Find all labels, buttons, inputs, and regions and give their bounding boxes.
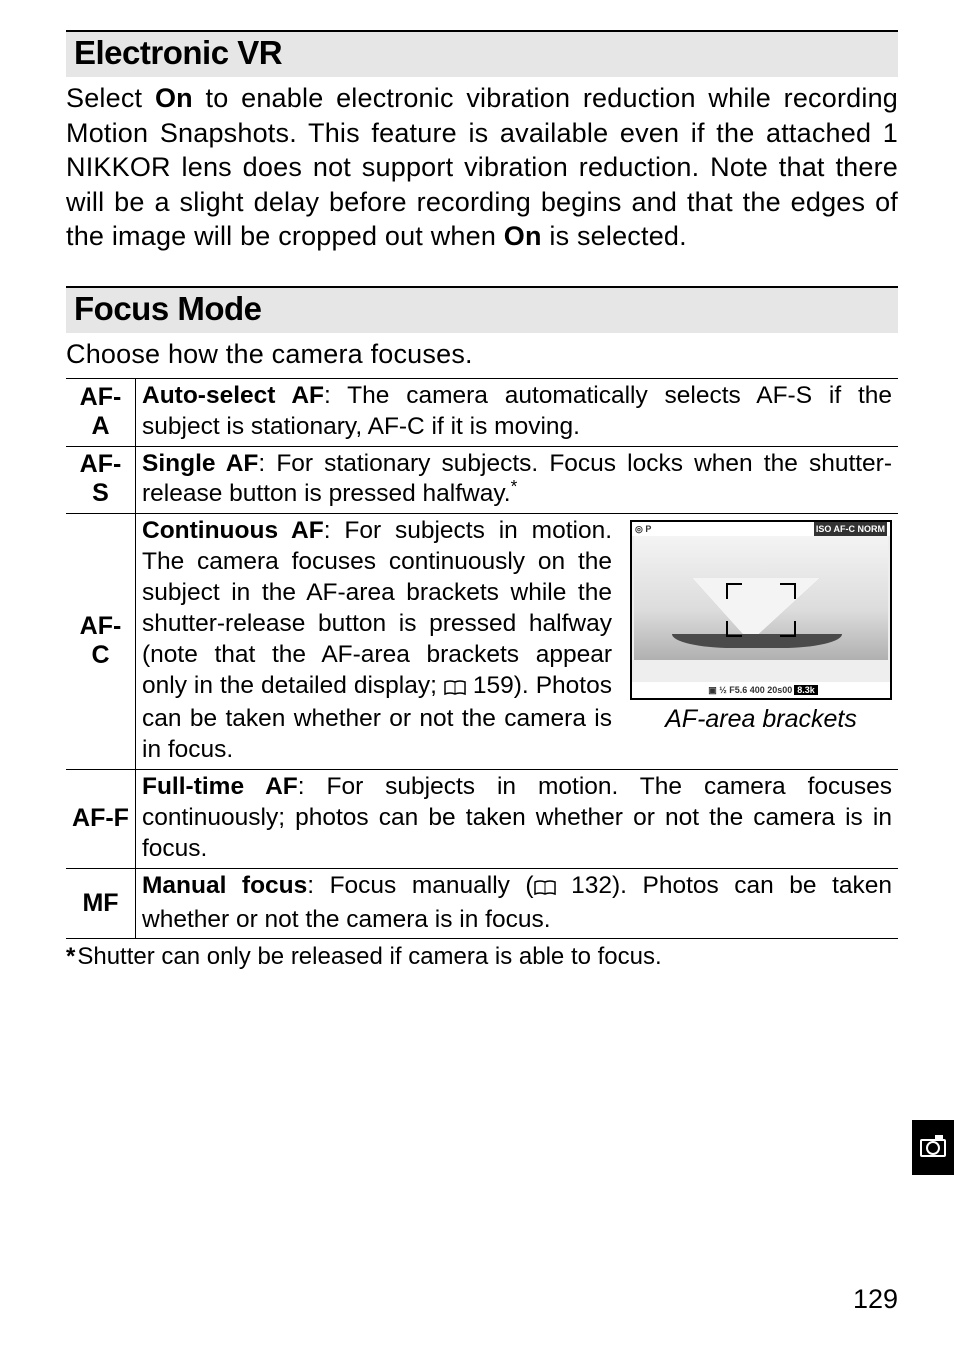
footnote-marker-afs: *	[511, 476, 518, 496]
mode-desc-afs: Single AF: For stationary subjects. Focu…	[136, 446, 899, 514]
mode-key-afc: AF-C	[66, 514, 136, 770]
evr-body-post: is selected.	[542, 221, 687, 251]
mode-text-mf-pre: : Focus manually (	[307, 872, 533, 899]
table-row: AF-S Single AF: For stationary subjects.…	[66, 446, 898, 514]
mode-key-afa: AF-A	[66, 378, 136, 446]
mode-desc-aff: Full-time AF: For subjects in motion. Th…	[136, 770, 899, 869]
mode-key-aff: AF-F	[66, 770, 136, 869]
footnote-text: Shutter can only be released if camera i…	[77, 943, 661, 970]
af-image-bottom-osd: ▣ ½ F5.6 400 20s008.3k	[632, 682, 890, 698]
af-osd-count: 8.3k	[794, 685, 818, 695]
manual-ref-icon	[444, 674, 466, 705]
focus-mode-table: AF-A Auto-select AF: The camera automati…	[66, 378, 898, 940]
mode-key-mf: MF	[66, 868, 136, 939]
af-area-figure: ◎ P ISO AF-C NORM ▣ ½ F5.6 40	[630, 516, 892, 736]
mode-label-aff: Full-time AF	[142, 773, 298, 800]
evr-on-1: On	[155, 83, 193, 113]
table-row: AF-A Auto-select AF: The camera automati…	[66, 378, 898, 446]
mode-ref-afc: 159	[473, 672, 514, 699]
manual-ref-icon	[534, 874, 556, 905]
footnote-star: *	[66, 943, 77, 970]
mode-label-afa: Auto-select AF	[142, 382, 324, 409]
mode-label-afc: Continuous AF	[142, 517, 324, 544]
evr-on-2: On	[504, 221, 542, 251]
mode-key-afs: AF-S	[66, 446, 136, 514]
af-osd-top-right: ISO AF-C NORM	[814, 522, 887, 536]
af-osd-top-left: ◎ P	[635, 522, 651, 536]
evr-body-pre: Select	[66, 83, 155, 113]
mode-desc-afc: Continuous AF: For subjects in motion. T…	[136, 514, 899, 770]
af-osd-bottom: F5.6 400 20s00	[729, 685, 792, 695]
side-tab	[912, 1120, 954, 1175]
page: Electronic VR Select On to enable electr…	[0, 0, 954, 1345]
af-area-caption: AF-area brackets	[630, 704, 892, 736]
mode-desc-mf: Manual focus: Focus manually ( 132). Pho…	[136, 868, 899, 939]
mode-label-mf: Manual focus	[142, 872, 307, 899]
section-intro-focus-mode: Choose how the camera focuses.	[66, 337, 898, 372]
page-number: 129	[853, 1284, 898, 1315]
af-image-top-osd: ◎ P ISO AF-C NORM	[632, 522, 890, 536]
table-row: AF-C Continuous AF: For subjects in moti…	[66, 514, 898, 770]
camera-icon	[920, 1139, 946, 1157]
table-row: MF Manual focus: Focus manually ( 132). …	[66, 868, 898, 939]
mode-label-afs: Single AF	[142, 450, 258, 477]
footnote: *Shutter can only be released if camera …	[66, 943, 898, 971]
af-area-image: ◎ P ISO AF-C NORM ▣ ½ F5.6 40	[630, 520, 892, 700]
af-area-brackets-overlay	[726, 583, 796, 637]
section-header-electronic-vr: Electronic VR	[66, 30, 898, 77]
mode-desc-afa: Auto-select AF: The camera automatically…	[136, 378, 899, 446]
section-body-electronic-vr: Select On to enable electronic vibration…	[66, 81, 898, 254]
section-header-focus-mode: Focus Mode	[66, 286, 898, 333]
mode-ref-mf: 132	[571, 872, 612, 899]
table-row: AF-F Full-time AF: For subjects in motio…	[66, 770, 898, 869]
